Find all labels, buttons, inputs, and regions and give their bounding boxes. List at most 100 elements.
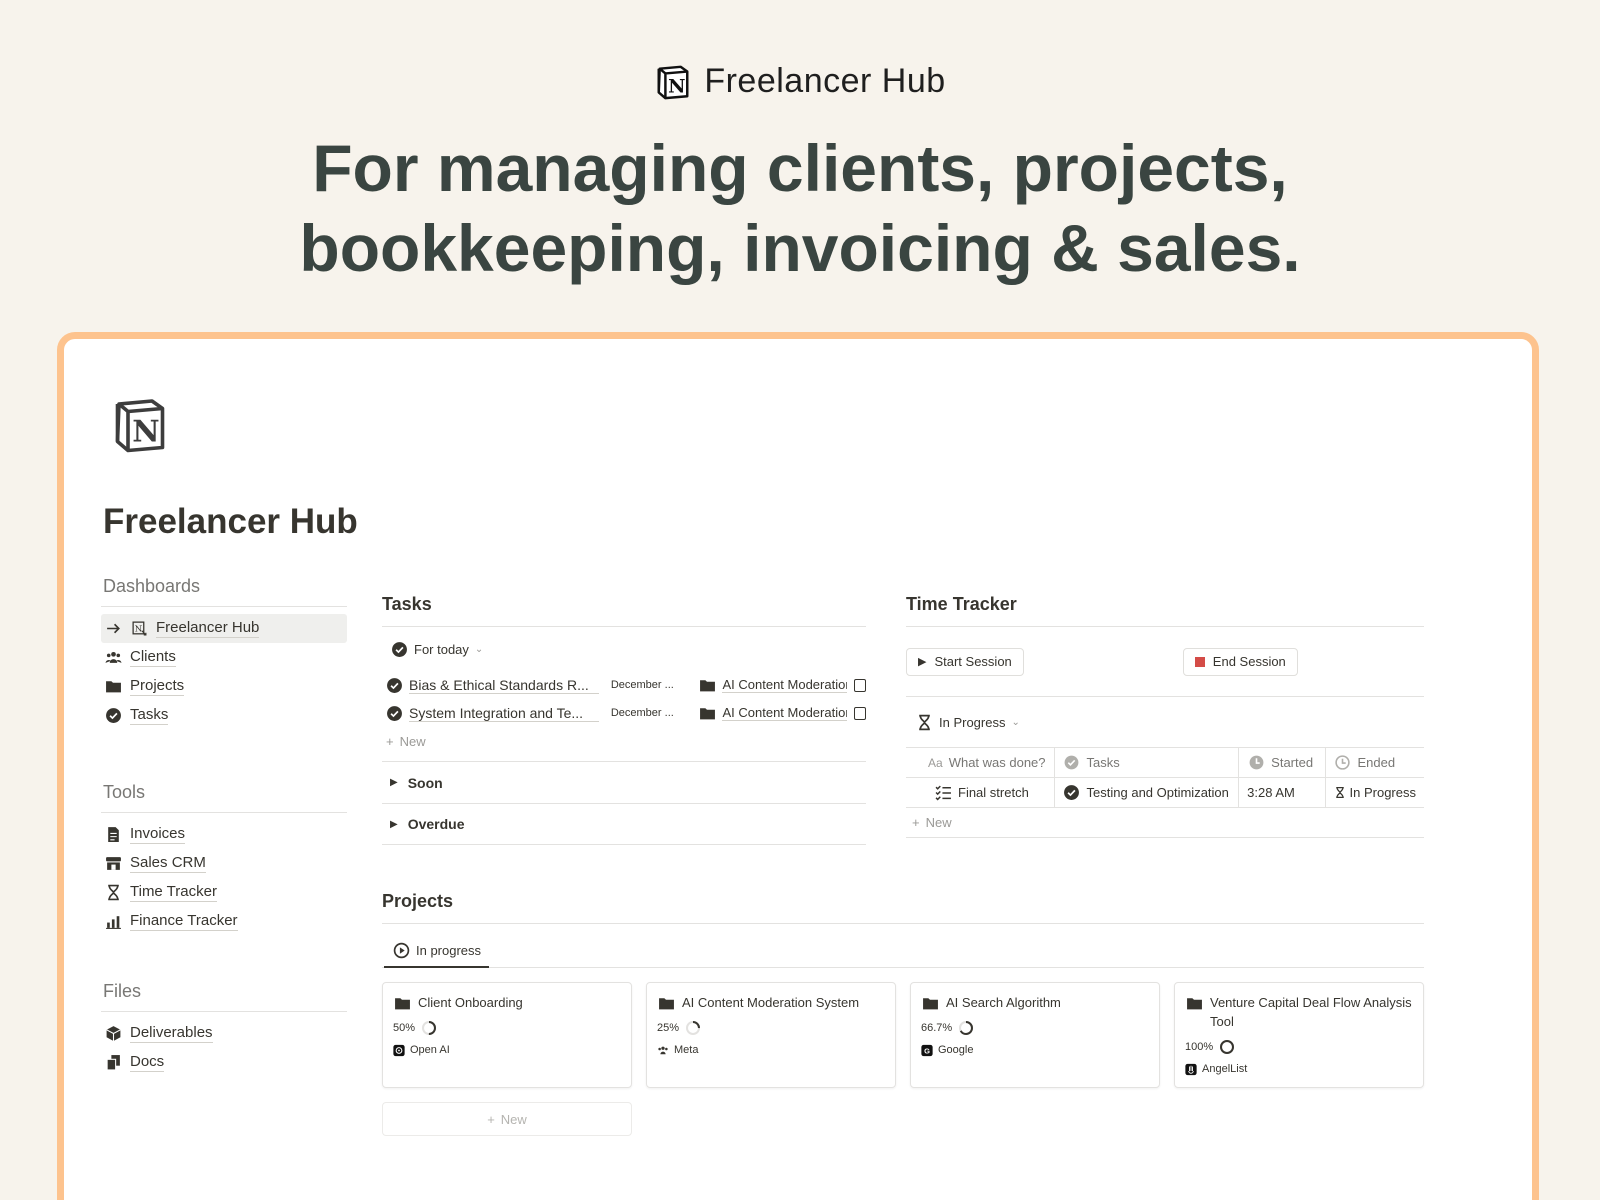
group-overdue[interactable]: ▶ Overdue bbox=[382, 803, 866, 845]
column-label: What was done? bbox=[948, 755, 1046, 770]
column-header-what[interactable]: Aa What was done? bbox=[906, 747, 1055, 778]
openai-icon bbox=[393, 1044, 405, 1056]
progress-label: 50% bbox=[393, 1022, 416, 1034]
project-client[interactable]: Open AI bbox=[393, 1044, 621, 1056]
tasks-title[interactable]: Tasks bbox=[382, 594, 866, 627]
cell-started[interactable]: 3:28 AM bbox=[1238, 777, 1326, 808]
task-project[interactable]: AI Content Moderatior bbox=[698, 704, 847, 722]
projects-section: Projects In progress Client Onboarding 5… bbox=[382, 891, 1424, 1136]
play-circle-icon bbox=[392, 941, 410, 959]
start-session-button[interactable]: ▶ Start Session bbox=[906, 647, 1024, 676]
play-icon: ▶ bbox=[918, 656, 927, 668]
sidebar-item-docs[interactable]: Docs bbox=[101, 1048, 347, 1077]
group-soon[interactable]: ▶ Soon bbox=[382, 761, 866, 803]
cell-what[interactable]: Final stretch bbox=[906, 777, 1055, 808]
session-buttons: ▶ Start Session End Session bbox=[906, 627, 1424, 697]
brand-header: N Freelancer Hub bbox=[0, 62, 1600, 101]
time-tracker-title[interactable]: Time Tracker bbox=[906, 594, 1424, 627]
page-notion-icon[interactable]: N bbox=[110, 395, 170, 455]
page-title: Freelancer Hub bbox=[103, 502, 358, 541]
projects-tabs: In progress bbox=[382, 924, 1424, 968]
sidebar-item-label: Clients bbox=[130, 648, 176, 667]
sidebar-item-time-tracker[interactable]: Time Tracker bbox=[101, 878, 347, 907]
notion-link-icon: N bbox=[130, 620, 148, 638]
table-header-row: Aa What was done? Tasks Started Ended bbox=[906, 747, 1424, 778]
progress-label: 100% bbox=[1185, 1041, 1214, 1053]
column-header-started[interactable]: Started bbox=[1238, 747, 1326, 778]
project-name: Client Onboarding bbox=[418, 995, 523, 1010]
task-date: December ... bbox=[610, 707, 674, 719]
project-progress: 66.7% bbox=[921, 1020, 1149, 1036]
task-name[interactable]: System Integration and Te... bbox=[409, 705, 599, 722]
project-client[interactable]: G Google bbox=[921, 1044, 1149, 1056]
project-card[interactable]: AI Content Moderation System 25% Meta bbox=[646, 982, 896, 1088]
plus-icon: + bbox=[912, 815, 920, 830]
folder-icon bbox=[393, 994, 411, 1012]
project-card[interactable]: Client Onboarding 50% Open AI bbox=[382, 982, 632, 1088]
start-session-label: Start Session bbox=[934, 654, 1012, 669]
progress-ring-icon bbox=[959, 1021, 974, 1035]
column-label: Started bbox=[1271, 755, 1314, 770]
progress-label: 66.7% bbox=[921, 1022, 953, 1034]
column-header-tasks[interactable]: Tasks bbox=[1054, 747, 1240, 778]
task-name[interactable]: Bias & Ethical Standards R... bbox=[409, 677, 599, 694]
box-icon bbox=[104, 1025, 122, 1043]
chart-icon bbox=[104, 913, 122, 931]
project-progress: 25% bbox=[657, 1020, 885, 1036]
sidebar-item-tasks[interactable]: Tasks bbox=[101, 701, 347, 730]
tasks-new-button[interactable]: + New bbox=[382, 727, 866, 755]
project-client[interactable]: Meta bbox=[657, 1044, 885, 1056]
column-header-ended[interactable]: Ended bbox=[1325, 747, 1424, 778]
new-label: New bbox=[925, 815, 952, 830]
headline-line-2: bookkeeping, invoicing & sales. bbox=[299, 211, 1301, 285]
hourglass-icon bbox=[915, 713, 933, 731]
notion-page-frame: N Freelancer Hub Dashboards N Freelancer… bbox=[57, 332, 1539, 1200]
projects-title[interactable]: Projects bbox=[382, 891, 1424, 924]
cell-ended[interactable]: In Progress bbox=[1325, 777, 1424, 808]
task-project[interactable]: AI Content Moderatior bbox=[698, 676, 847, 694]
task-row[interactable]: System Integration and Te... December ..… bbox=[382, 699, 866, 727]
folder-icon bbox=[657, 994, 675, 1012]
end-session-button[interactable]: End Session bbox=[1182, 647, 1298, 676]
sidebar-item-projects[interactable]: Projects bbox=[101, 672, 347, 701]
project-card[interactable]: AI Search Algorithm 66.7% G Google bbox=[910, 982, 1160, 1088]
check-circle-icon bbox=[1063, 784, 1081, 802]
project-card[interactable]: Venture Capital Deal Flow Analysis Tool … bbox=[1174, 982, 1424, 1088]
project-progress: 50% bbox=[393, 1020, 621, 1036]
sidebar-item-label: Invoices bbox=[130, 825, 186, 844]
progress-ring-icon bbox=[422, 1021, 437, 1035]
svg-text:G: G bbox=[924, 1046, 930, 1055]
tracker-new-button[interactable]: + New bbox=[906, 808, 1424, 838]
angellist-icon bbox=[1185, 1063, 1197, 1075]
task-value: Testing and Optimization bbox=[1086, 785, 1229, 800]
sidebar-item-label: Freelancer Hub bbox=[156, 619, 260, 638]
sidebar-item-freelancer-hub[interactable]: N Freelancer Hub bbox=[101, 614, 347, 643]
sidebar-item-label: Projects bbox=[130, 677, 185, 696]
tab-in-progress[interactable]: In progress bbox=[384, 934, 490, 968]
time-tracker-section: Time Tracker ▶ Start Session End Session… bbox=[906, 594, 1424, 838]
sidebar-item-invoices[interactable]: Invoices bbox=[101, 820, 347, 849]
stop-icon bbox=[1194, 656, 1205, 667]
cell-task[interactable]: Testing and Optimization bbox=[1054, 777, 1240, 808]
toggle-triangle-icon: ▶ bbox=[390, 777, 398, 788]
project-client[interactable]: AngelList bbox=[1185, 1063, 1413, 1075]
folder-icon bbox=[1185, 994, 1203, 1012]
ended-value: In Progress bbox=[1349, 785, 1416, 800]
sidebar-item-deliverables[interactable]: Deliverables bbox=[101, 1019, 347, 1048]
tracker-view-tab[interactable]: In Progress ⌄ bbox=[906, 697, 1424, 747]
client-name: AngelList bbox=[1202, 1063, 1248, 1075]
table-row[interactable]: Final stretch Testing and Optimization 3… bbox=[906, 777, 1424, 808]
sidebar-item-clients[interactable]: Clients bbox=[101, 643, 347, 672]
task-done-checkbox[interactable] bbox=[853, 678, 866, 692]
sidebar-item-finance-tracker[interactable]: Finance Tracker bbox=[101, 907, 347, 936]
text-type-icon: Aa bbox=[928, 755, 943, 770]
svg-text:N: N bbox=[132, 415, 159, 450]
tasks-view-tab[interactable]: For today ⌄ bbox=[382, 627, 866, 671]
projects-new-button[interactable]: + New bbox=[382, 1102, 632, 1136]
task-row[interactable]: Bias & Ethical Standards R... December .… bbox=[382, 671, 866, 699]
project-cards: Client Onboarding 50% Open AI AI Content… bbox=[382, 982, 1424, 1088]
store-icon bbox=[104, 855, 122, 873]
task-done-checkbox[interactable] bbox=[853, 706, 866, 720]
sidebar-item-sales-crm[interactable]: Sales CRM bbox=[101, 849, 347, 878]
progress-ring-icon bbox=[686, 1021, 701, 1035]
